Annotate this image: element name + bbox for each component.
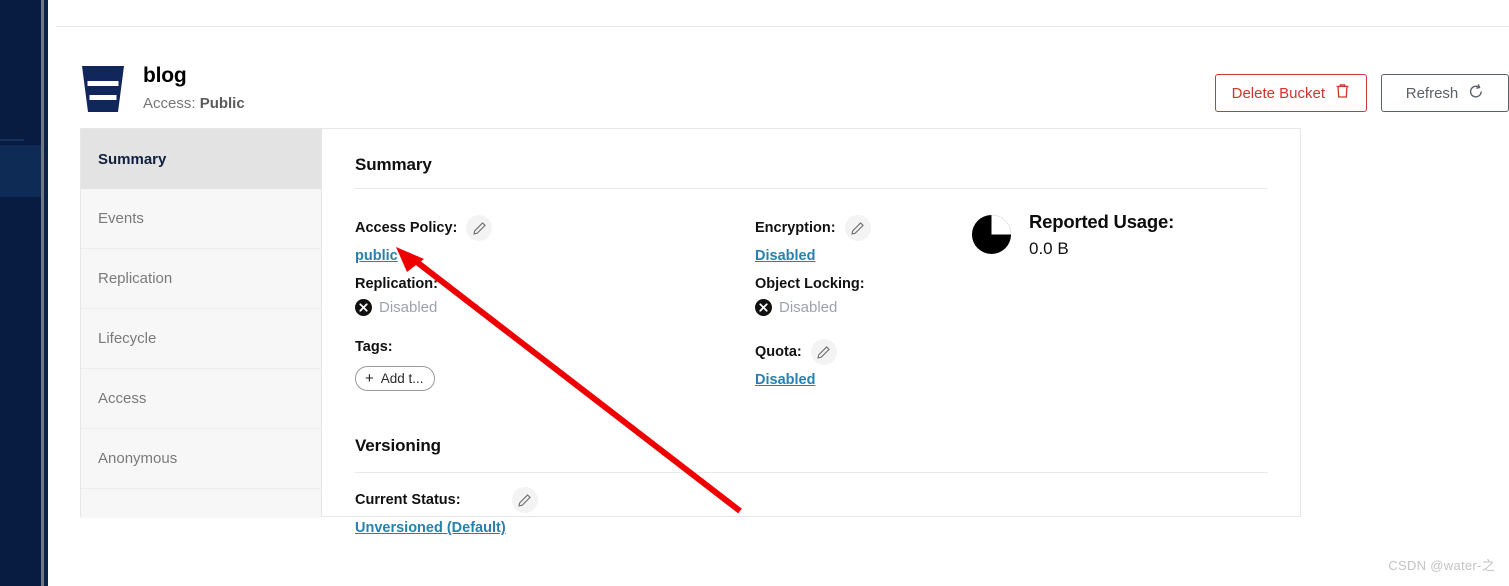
encryption-label: Encryption:	[755, 220, 836, 236]
quota-label: Quota:	[755, 344, 802, 360]
refresh-label: Refresh	[1405, 84, 1459, 102]
sidebar-item-events[interactable]: Events	[81, 189, 321, 249]
sidebar-item-label: Events	[98, 210, 144, 227]
pie-chart-icon	[971, 214, 1012, 255]
field-quota: Quota: Disabled	[755, 339, 837, 388]
bucket-title-block: blog Access: Public	[143, 63, 245, 115]
app-root: blog Access: Public Delete Bucket Refres…	[0, 0, 1509, 586]
reported-usage-value: 0.0 B	[1029, 239, 1069, 258]
console-left-nav[interactable]	[0, 0, 41, 586]
versioning-status-value-row: Unversioned (Default)	[355, 520, 1268, 536]
field-encryption: Encryption: Disabled	[755, 215, 871, 264]
refresh-icon	[1468, 83, 1484, 104]
header-actions: Delete Bucket Refresh	[1214, 74, 1509, 112]
sidebar-item-label: Summary	[98, 150, 167, 168]
sidebar-item-access[interactable]: Access	[81, 369, 321, 429]
nav-divider	[0, 139, 24, 141]
sidebar-filler	[81, 489, 321, 518]
versioning-section: Versioning Current Status: Unversioned (…	[355, 436, 1268, 536]
quota-value-link[interactable]: Disabled	[755, 372, 815, 388]
access-policy-value-link[interactable]: public	[355, 248, 398, 264]
reported-usage-title: Reported Usage:	[1029, 211, 1175, 232]
access-policy-label: Access Policy:	[355, 220, 458, 236]
summary-grid: Access Policy: public Replication: Disab…	[355, 203, 1268, 443]
field-object-locking: Object Locking: Disabled	[755, 276, 865, 316]
replication-label: Replication:	[355, 276, 438, 292]
bucket-detail-card: Summary Events Replication Lifecycle Acc…	[80, 128, 1301, 536]
sidebar-item-label: Anonymous	[98, 450, 178, 467]
x-circle-icon	[355, 299, 372, 316]
bucket-access-label: Access:	[143, 95, 196, 112]
trash-icon	[1335, 83, 1350, 103]
page-title: blog	[143, 64, 187, 87]
field-access-policy: Access Policy: public	[355, 215, 493, 264]
object-locking-value: Disabled	[779, 299, 838, 316]
sidebar-item-label: Lifecycle	[98, 330, 157, 347]
versioning-status-link[interactable]: Unversioned (Default)	[355, 520, 506, 536]
current-status-label: Current Status:	[355, 492, 461, 508]
pencil-icon[interactable]	[511, 487, 538, 513]
header-separator	[56, 26, 1509, 27]
pencil-icon[interactable]	[466, 215, 493, 241]
bucket-access-value: Public	[199, 95, 245, 112]
encryption-value-link[interactable]: Disabled	[755, 248, 815, 264]
replication-value: Disabled	[379, 299, 438, 316]
delete-bucket-label: Delete Bucket	[1231, 84, 1325, 102]
sidebar-item-label: Replication	[98, 270, 173, 287]
sidebar-item-lifecycle[interactable]: Lifecycle	[81, 309, 321, 369]
sidebar-item-anonymous[interactable]: Anonymous	[81, 429, 321, 489]
reported-usage-text: Reported Usage: 0.0 B	[1029, 211, 1174, 259]
tags-label: Tags:	[355, 339, 393, 355]
bucket-tabs-sidebar: Summary Events Replication Lifecycle Acc…	[81, 129, 322, 518]
refresh-button[interactable]: Refresh	[1381, 74, 1509, 112]
versioning-status-row: Current Status:	[355, 487, 1268, 513]
reported-usage-block: Reported Usage: 0.0 B	[971, 211, 1174, 259]
summary-heading: Summary	[355, 155, 432, 174]
bucket-header: blog Access: Public	[80, 59, 1300, 123]
sidebar-item-replication[interactable]: Replication	[81, 249, 321, 309]
sidebar-item-label: Access	[98, 390, 147, 407]
field-replication: Replication: Disabled	[355, 276, 438, 316]
versioning-divider	[355, 472, 1268, 473]
summary-divider	[355, 188, 1268, 189]
add-tag-label: Add t...	[380, 371, 424, 386]
plus-icon: +	[365, 370, 374, 387]
pencil-icon[interactable]	[844, 215, 871, 241]
x-circle-icon	[755, 299, 772, 316]
delete-bucket-button[interactable]: Delete Bucket	[1214, 74, 1367, 112]
bucket-access-line: Access: Public	[143, 93, 245, 115]
summary-panel: Summary Access Policy: public Replicatio…	[322, 129, 1300, 536]
nav-active-item[interactable]	[0, 145, 41, 197]
page-content: blog Access: Public Delete Bucket Refres…	[48, 0, 1509, 586]
watermark: CSDN @water-之	[1388, 558, 1495, 573]
sidebar-item-summary[interactable]: Summary	[81, 129, 321, 189]
object-locking-label: Object Locking:	[755, 276, 865, 292]
add-tag-button[interactable]: + Add t...	[355, 366, 435, 391]
field-tags: Tags: + Add t...	[355, 339, 435, 391]
bucket-icon	[80, 64, 126, 114]
pencil-icon[interactable]	[810, 339, 837, 365]
